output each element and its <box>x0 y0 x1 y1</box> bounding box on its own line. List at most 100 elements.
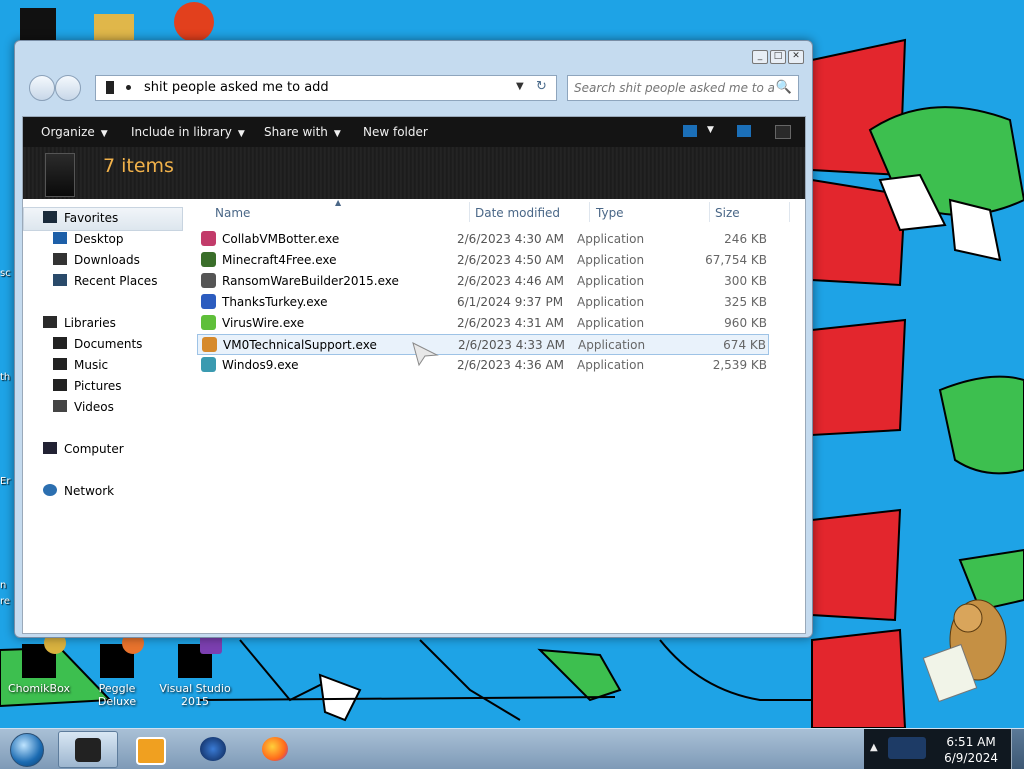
column-header-size[interactable]: Size <box>715 206 740 220</box>
nav-label: Favorites <box>64 211 119 225</box>
file-type: Application <box>577 358 645 372</box>
file-type: Application <box>577 232 645 246</box>
folder-icon <box>106 81 114 94</box>
desktop-edge-text: re <box>0 596 11 607</box>
chevron-down-icon: ▼ <box>237 129 245 139</box>
media-player-icon <box>136 737 166 765</box>
view-dropdown-icon[interactable]: ▼ <box>707 125 714 135</box>
nav-downloads[interactable]: Downloads <box>53 253 140 267</box>
caption-buttons: _ □ ✕ <box>752 50 804 64</box>
clock-date: 6/9/2024 <box>944 751 998 765</box>
file-row[interactable]: VirusWire.exe 2/6/2023 4:31 AM Applicati… <box>197 313 769 334</box>
forward-button[interactable] <box>55 75 81 101</box>
nav-desktop[interactable]: Desktop <box>53 232 124 246</box>
desktop-icon-label: ChomikBox <box>8 682 70 695</box>
file-date: 2/6/2023 4:46 AM <box>457 274 565 288</box>
nav-label: Libraries <box>64 316 116 330</box>
file-name: VM0TechnicalSupport.exe <box>223 338 377 352</box>
nav-libraries[interactable]: Libraries <box>43 316 116 330</box>
nav-videos[interactable]: Videos <box>53 400 114 414</box>
item-count: 7 items <box>103 155 174 177</box>
share-with-button[interactable]: Share with ▼ <box>264 125 341 139</box>
folder-large-icon <box>45 153 75 197</box>
file-type: Application <box>577 316 645 330</box>
file-type: Application <box>577 253 645 267</box>
nav-favorites[interactable]: Favorites <box>43 211 118 225</box>
preview-pane-icon[interactable] <box>737 125 751 137</box>
nav-music[interactable]: Music <box>53 358 108 372</box>
search-icon[interactable]: 🔍 <box>776 80 792 95</box>
show-desktop-button[interactable] <box>1011 729 1024 769</box>
nav-label: Documents <box>74 337 143 351</box>
search-box[interactable]: 🔍 <box>567 75 799 101</box>
taskbar-explorer-button[interactable] <box>58 731 118 768</box>
file-type: Application <box>577 295 645 309</box>
nav-recent-places[interactable]: Recent Places <box>53 274 157 288</box>
include-in-library-button[interactable]: Include in library ▼ <box>131 125 245 139</box>
include-in-library-label: Include in library <box>131 125 232 139</box>
desktop-icon-label: Visual Studio 2015 <box>159 682 231 708</box>
refresh-icon[interactable]: ↻ <box>536 79 547 94</box>
address-path[interactable]: shit people asked me to add <box>144 80 329 95</box>
taskbar-firefox-button[interactable] <box>246 731 304 766</box>
file-name: Windos9.exe <box>222 358 299 372</box>
file-type: Application <box>578 338 646 352</box>
nav-computer[interactable]: Computer <box>43 442 124 456</box>
system-tray: ▲ 6:51 AM 6/9/2024 <box>864 729 1024 769</box>
search-input[interactable] <box>572 78 776 98</box>
minimize-button[interactable]: _ <box>752 50 768 64</box>
file-name: CollabVMBotter.exe <box>222 232 340 246</box>
column-header-type[interactable]: Type <box>596 206 624 220</box>
address-dropdown-icon[interactable]: ▼ <box>516 81 524 92</box>
file-row[interactable]: Windos9.exe 2/6/2023 4:36 AM Application… <box>197 355 769 376</box>
address-bar[interactable]: shit people asked me to add ▼ ↻ <box>95 75 557 101</box>
file-row[interactable]: CollabVMBotter.exe 2/6/2023 4:30 AM Appl… <box>197 229 769 250</box>
column-header-name[interactable]: Name <box>215 206 250 220</box>
documents-icon <box>53 337 67 349</box>
taskbar-globe-button[interactable] <box>184 731 242 766</box>
file-date: 2/6/2023 4:31 AM <box>457 316 565 330</box>
file-name: VirusWire.exe <box>222 316 305 330</box>
file-row[interactable]: ThanksTurkey.exe 6/1/2024 9:37 PM Applic… <box>197 292 769 313</box>
desktop-icon-visual-studio[interactable]: Visual Studio 2015 <box>159 632 231 708</box>
column-divider[interactable] <box>789 202 790 222</box>
column-divider[interactable] <box>709 202 710 222</box>
chevron-down-icon: ▼ <box>100 129 108 139</box>
close-button[interactable]: ✕ <box>788 50 804 64</box>
start-button[interactable] <box>4 731 48 767</box>
help-icon[interactable] <box>775 125 791 139</box>
libraries-icon <box>43 316 57 328</box>
clock[interactable]: 6:51 AM 6/9/2024 <box>944 734 998 766</box>
explorer-window: _ □ ✕ shit people asked me to add ▼ ↻ 🔍 … <box>14 40 813 638</box>
nav-label: Computer <box>64 442 124 456</box>
videos-icon <box>53 400 67 412</box>
taskbar-media-player-button[interactable] <box>120 731 178 766</box>
file-size: 2,539 KB <box>712 358 767 372</box>
back-button[interactable] <box>29 75 55 101</box>
organize-button[interactable]: Organize ▼ <box>41 125 108 139</box>
file-date: 2/6/2023 4:36 AM <box>457 358 565 372</box>
file-date: 2/6/2023 4:50 AM <box>457 253 565 267</box>
recent-places-icon <box>53 274 67 286</box>
nav-documents[interactable]: Documents <box>53 337 142 351</box>
file-row[interactable]: Minecraft4Free.exe 2/6/2023 4:50 AM Appl… <box>197 250 769 271</box>
nav-network[interactable]: Network <box>43 484 114 498</box>
maximize-button[interactable]: □ <box>770 50 786 64</box>
show-hidden-icons-icon[interactable]: ▲ <box>870 742 878 753</box>
nav-pictures[interactable]: Pictures <box>53 379 122 393</box>
application-icon <box>201 315 216 330</box>
music-icon <box>53 358 67 370</box>
star-icon <box>43 211 57 223</box>
new-folder-button[interactable]: New folder <box>363 125 428 139</box>
column-divider[interactable] <box>589 202 590 222</box>
file-row[interactable]: RansomWareBuilder2015.exe 2/6/2023 4:46 … <box>197 271 769 292</box>
file-name: RansomWareBuilder2015.exe <box>222 274 399 288</box>
desktop-icon-chomikbox[interactable]: ChomikBox <box>3 632 75 695</box>
desktop-icon-peggle[interactable]: Peggle Deluxe <box>81 632 153 708</box>
tray-app-icon[interactable] <box>888 737 926 759</box>
column-divider[interactable] <box>469 202 470 222</box>
file-row-selected[interactable]: VM0TechnicalSupport.exe 2/6/2023 4:33 AM… <box>197 334 769 355</box>
view-options-icon[interactable] <box>683 125 697 137</box>
peggle-icon <box>100 632 144 678</box>
column-header-date-modified[interactable]: Date modified <box>475 206 560 220</box>
